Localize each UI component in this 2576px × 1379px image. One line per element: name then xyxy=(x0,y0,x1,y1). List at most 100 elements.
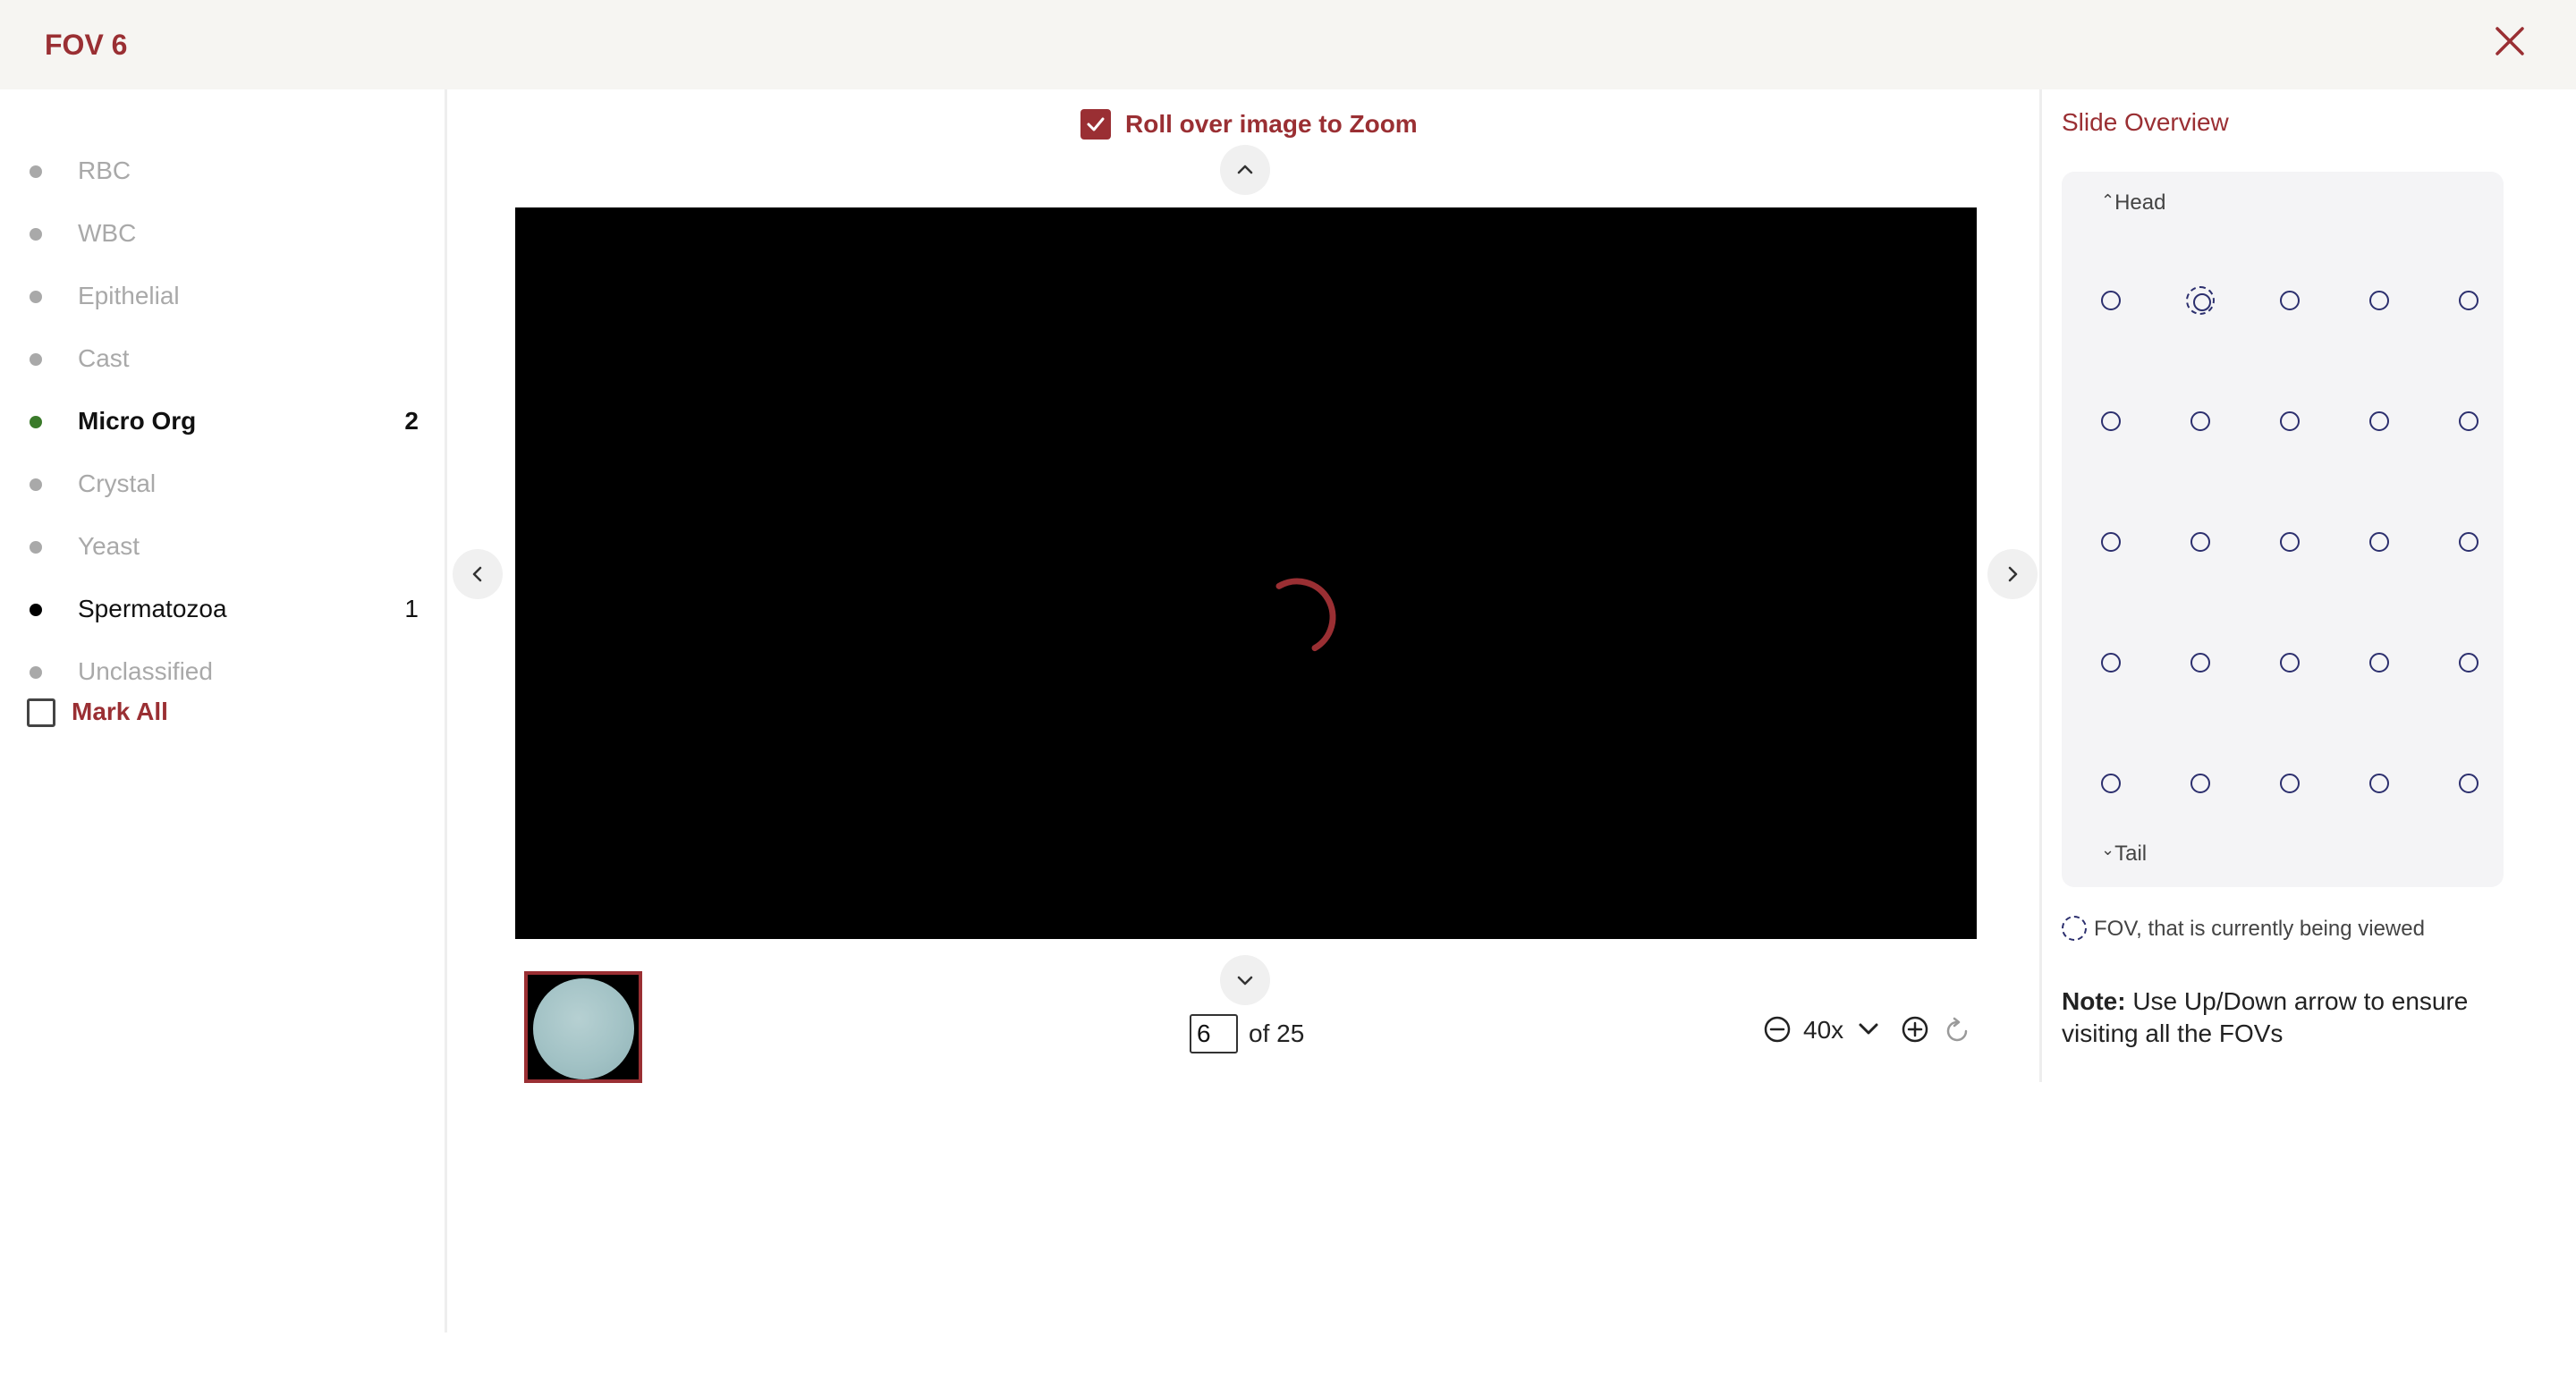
checkbox-icon xyxy=(27,698,55,727)
legend-text: FOV, that is currently being viewed xyxy=(2094,917,2425,941)
category-sidebar: RBC WBC Epithelial Cast Micro Org 2 Crys… xyxy=(0,89,447,1332)
fov-number-input[interactable] xyxy=(1190,1014,1238,1053)
fov-dot[interactable] xyxy=(2101,653,2121,673)
zoom-out-icon xyxy=(1764,1016,1791,1043)
chevron-down-icon xyxy=(1859,1023,1878,1035)
fov-dot[interactable] xyxy=(2280,532,2300,552)
status-dot-icon xyxy=(30,416,42,428)
category-item-unclassified[interactable]: Unclassified xyxy=(0,649,447,694)
category-count: 2 xyxy=(404,407,419,435)
zoom-in-button[interactable] xyxy=(1900,1014,1930,1049)
previous-fov-up-button[interactable] xyxy=(1220,145,1270,195)
zoom-level-dropdown[interactable] xyxy=(1857,1018,1880,1045)
reset-icon xyxy=(1946,1017,1968,1042)
category-label: Yeast xyxy=(78,532,140,560)
fov-dot[interactable] xyxy=(2190,411,2210,431)
fov-image-viewer[interactable] xyxy=(515,207,1977,939)
fov-total-label: of 25 xyxy=(1249,1019,1305,1047)
fov-dot[interactable] xyxy=(2101,774,2121,793)
current-fov-ring-icon xyxy=(2062,916,2087,941)
status-dot-icon xyxy=(30,604,42,616)
fov-dot[interactable] xyxy=(2101,291,2121,310)
next-fov-down-button[interactable] xyxy=(1220,955,1270,1005)
category-item-wbc[interactable]: WBC xyxy=(0,211,447,256)
mark-all-label: Mark All xyxy=(72,698,168,725)
fov-dot[interactable] xyxy=(2459,532,2479,552)
fov-dot[interactable] xyxy=(2190,774,2210,793)
status-dot-icon xyxy=(30,666,42,679)
close-icon xyxy=(2496,27,2524,55)
category-item-cast[interactable]: Cast xyxy=(0,336,447,381)
fov-dot[interactable] xyxy=(2280,411,2300,431)
loading-spinner-icon xyxy=(1275,578,1336,652)
category-label: Epithelial xyxy=(78,282,180,309)
zoom-in-icon xyxy=(1902,1016,1928,1043)
current-fov-legend: FOV, that is currently being viewed xyxy=(2062,914,2563,943)
previous-image-button[interactable] xyxy=(453,549,503,599)
category-item-rbc[interactable]: RBC xyxy=(0,148,447,193)
chevron-down-icon xyxy=(1237,976,1253,986)
note-label: Note: xyxy=(2062,987,2126,1015)
fov-dot[interactable] xyxy=(2280,291,2300,310)
category-label: RBC xyxy=(78,157,131,184)
fov-dot[interactable] xyxy=(2459,653,2479,673)
fov-dot-current[interactable] xyxy=(2186,286,2215,315)
category-item-crystal[interactable]: Crystal xyxy=(0,461,447,506)
reset-zoom-button[interactable] xyxy=(1945,1014,1971,1049)
zoom-controls: 40x xyxy=(1762,1011,1977,1050)
category-label: Cast xyxy=(78,344,130,372)
category-item-yeast[interactable]: Yeast xyxy=(0,524,447,569)
category-item-spermatozoa[interactable]: Spermatozoa 1 xyxy=(0,587,447,631)
chevron-right-icon xyxy=(2008,566,2018,582)
tail-label: ⌄Tail xyxy=(2101,841,2148,866)
fov-dot[interactable] xyxy=(2190,532,2210,552)
slide-overview-panel: Slide Overview ⌃Head ⌄Tail FOV, that is … xyxy=(2039,89,2576,1082)
roll-over-zoom-label: Roll over image to Zoom xyxy=(1125,110,1418,138)
zoom-level-label: 40x xyxy=(1803,1016,1844,1044)
zoom-out-button[interactable] xyxy=(1762,1014,1792,1049)
next-image-button[interactable] xyxy=(1987,549,2038,599)
caret-down-icon: ⌄ xyxy=(2101,841,2115,859)
status-dot-icon xyxy=(30,165,42,178)
fov-dot[interactable] xyxy=(2280,653,2300,673)
category-item-epithelial[interactable]: Epithelial xyxy=(0,274,447,318)
category-label: Unclassified xyxy=(78,657,213,685)
status-dot-icon xyxy=(30,478,42,491)
slide-overview-title: Slide Overview xyxy=(2062,108,2229,136)
chevron-up-icon xyxy=(1237,165,1253,174)
mark-all-checkbox[interactable]: Mark All xyxy=(27,692,295,728)
roll-over-zoom-checkbox[interactable]: Roll over image to Zoom xyxy=(1080,107,1456,143)
page-title: FOV 6 xyxy=(45,29,128,61)
fov-dot[interactable] xyxy=(2459,291,2479,310)
category-label: Spermatozoa xyxy=(78,595,227,622)
fov-dot[interactable] xyxy=(2101,532,2121,552)
caret-up-icon: ⌃ xyxy=(2101,191,2115,209)
category-item-micro-org[interactable]: Micro Org 2 xyxy=(0,399,447,444)
category-count: 1 xyxy=(404,595,419,622)
category-label: Micro Org xyxy=(78,407,197,435)
fov-pager: of 25 xyxy=(1190,1014,1386,1053)
checkbox-checked-icon xyxy=(1080,109,1111,140)
fov-thumbnail[interactable] xyxy=(524,971,642,1083)
category-label: Crystal xyxy=(78,470,157,497)
fov-dot[interactable] xyxy=(2369,291,2389,310)
head-label: ⌃Head xyxy=(2101,190,2166,215)
thumbnail-image xyxy=(533,978,634,1079)
navigation-note: Note: Use Up/Down arrow to ensure visiti… xyxy=(2062,986,2545,1050)
fov-dot[interactable] xyxy=(2190,653,2210,673)
fov-dot[interactable] xyxy=(2459,411,2479,431)
slide-overview-card: ⌃Head ⌄Tail xyxy=(2062,172,2504,887)
category-label: WBC xyxy=(78,219,137,247)
fov-dot[interactable] xyxy=(2369,411,2389,431)
status-dot-icon xyxy=(30,541,42,554)
modal-header: FOV 6 xyxy=(0,0,2576,89)
fov-dot[interactable] xyxy=(2369,774,2389,793)
status-dot-icon xyxy=(30,228,42,241)
fov-dot[interactable] xyxy=(2369,653,2389,673)
fov-dot[interactable] xyxy=(2369,532,2389,552)
fov-dot[interactable] xyxy=(2459,774,2479,793)
fov-dot[interactable] xyxy=(2101,411,2121,431)
close-button[interactable] xyxy=(2492,23,2528,59)
status-dot-icon xyxy=(30,291,42,303)
fov-dot[interactable] xyxy=(2280,774,2300,793)
